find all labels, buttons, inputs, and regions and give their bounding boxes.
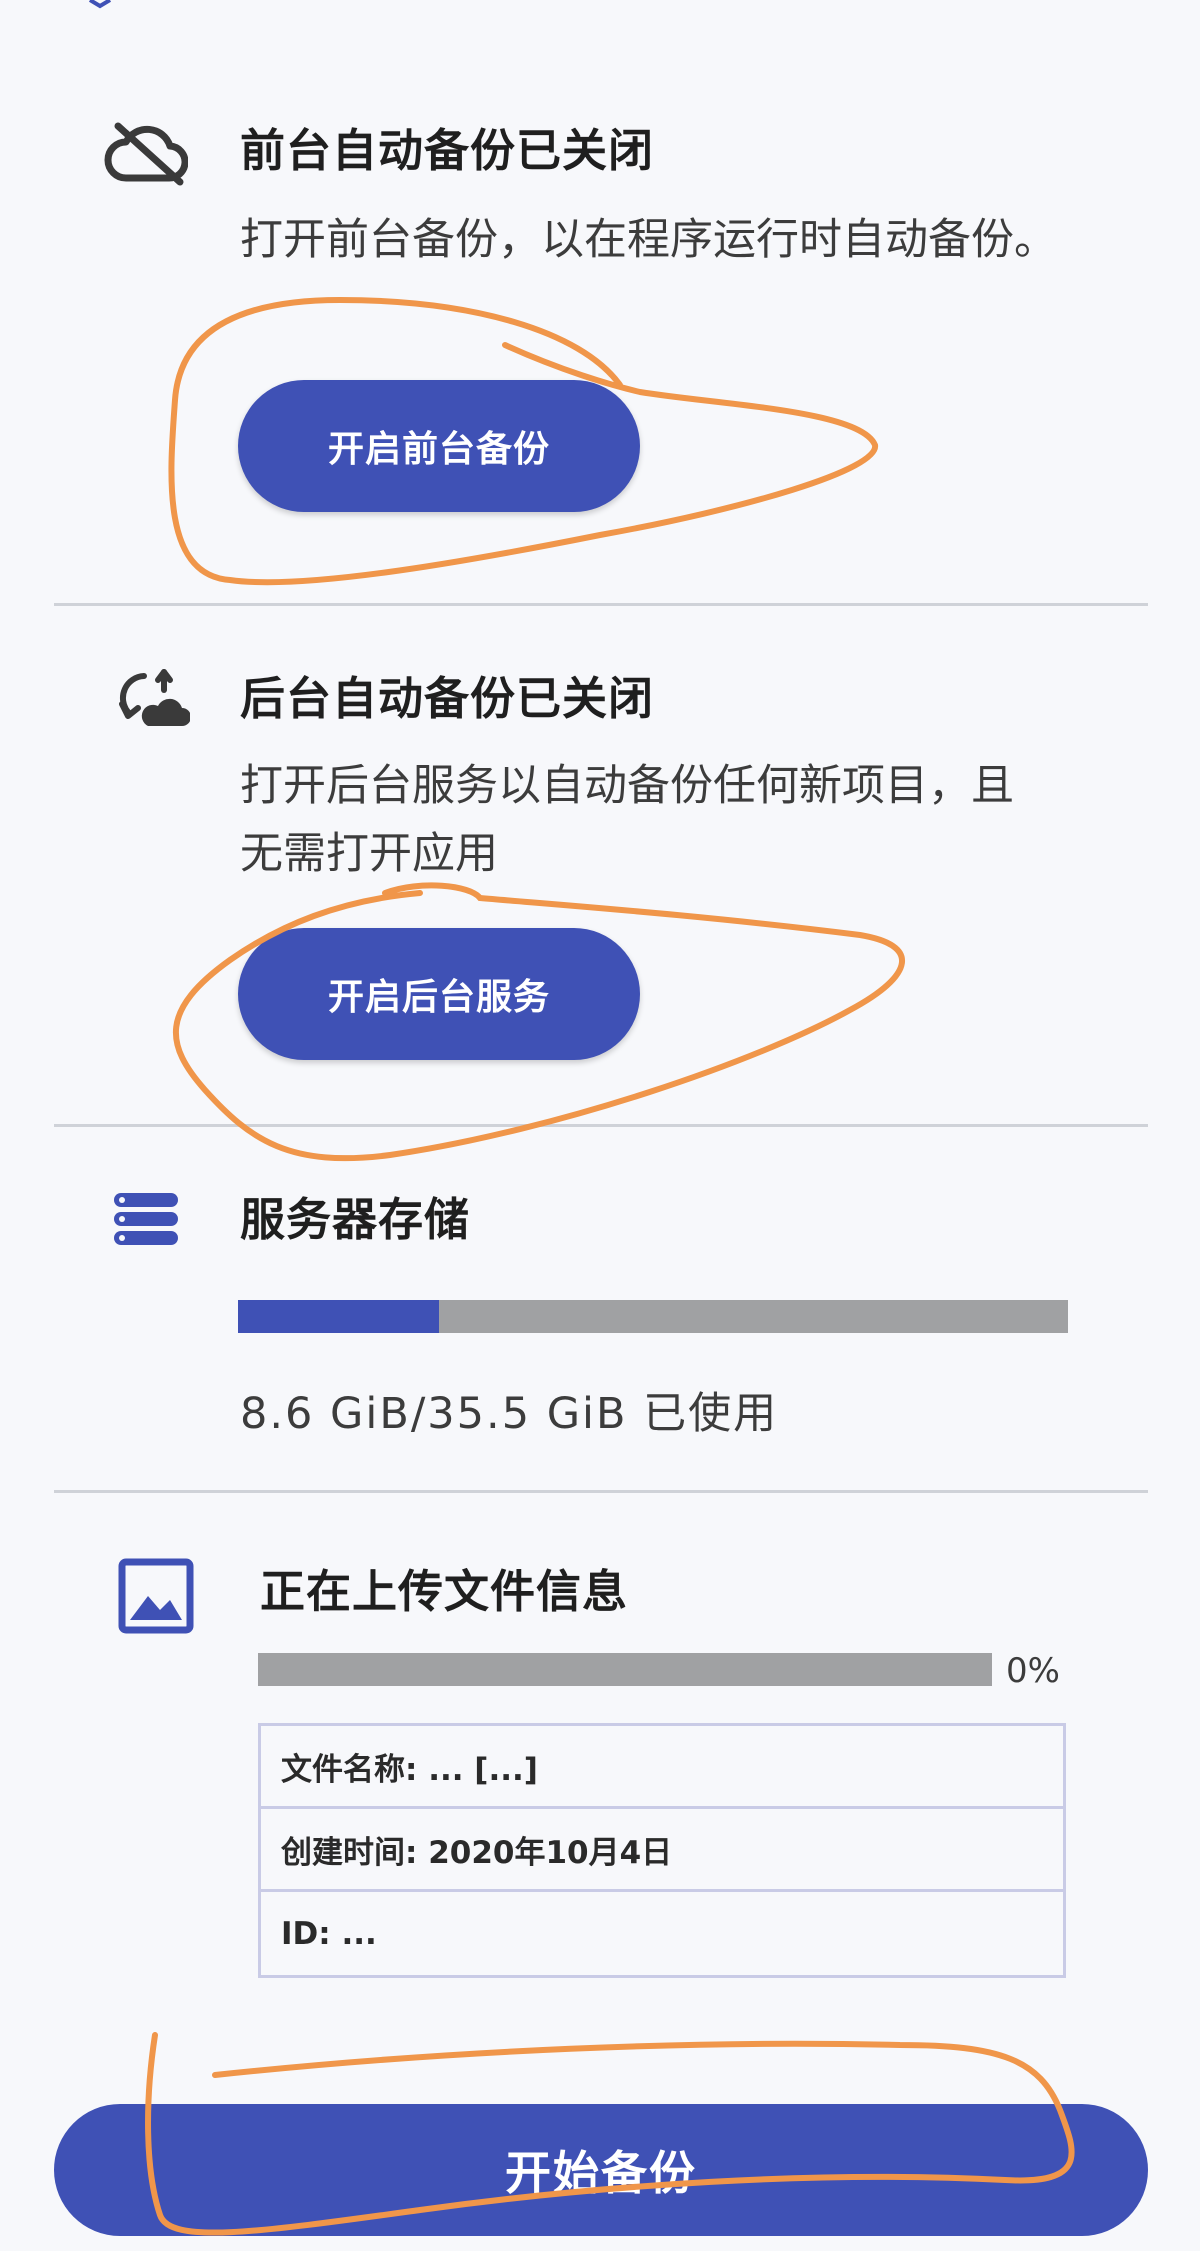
enable-foreground-backup-button[interactable]: 开启前台备份 <box>238 380 640 512</box>
background-backup-section: 后台自动备份已关闭 打开后台服务以自动备份任何新项目，且无需打开应用 开启后台服… <box>0 606 1200 1126</box>
start-backup-button[interactable]: 开始备份 <box>54 2104 1148 2236</box>
foreground-title: 前台自动备份已关闭 <box>240 124 655 177</box>
created-time-row: 创建时间: 2020年10月4日 <box>261 1809 1063 1892</box>
server-storage-section: 服务器存储 8.6 GiB/35.5 GiB 已使用 <box>0 1127 1200 1492</box>
foreground-description: 打开前台备份，以在程序运行时自动备份。 <box>240 215 1057 265</box>
foreground-backup-section: 前台自动备份已关闭 打开前台备份，以在程序运行时自动备份。 开启前台备份 <box>0 0 1200 600</box>
storage-usage-text: 8.6 GiB/35.5 GiB 已使用 <box>240 1389 779 1439</box>
cloud-sync-icon <box>119 669 190 726</box>
storage-usage-bar <box>238 1300 1068 1333</box>
enable-background-service-button[interactable]: 开启后台服务 <box>238 928 640 1060</box>
file-name-row: 文件名称: ... [...] <box>261 1726 1063 1809</box>
cloud-off-icon <box>104 122 188 186</box>
background-title: 后台自动备份已关闭 <box>240 672 655 725</box>
storage-title: 服务器存储 <box>240 1193 471 1246</box>
background-description: 打开后台服务以自动备份任何新项目，且无需打开应用 <box>240 761 1014 879</box>
backup-screen: 前台自动备份已关闭 打开前台备份，以在程序运行时自动备份。 开启前台备份 后台自… <box>0 0 1200 2251</box>
image-icon <box>118 1558 194 1634</box>
upload-percent: 0% <box>1006 1651 1060 1691</box>
file-info-table: 文件名称: ... [...] 创建时间: 2020年10月4日 ID: ... <box>258 1723 1066 1978</box>
storage-usage-fill <box>238 1300 439 1333</box>
upload-title: 正在上传文件信息 <box>260 1565 629 1618</box>
server-icon <box>114 1193 178 1245</box>
id-row: ID: ... <box>281 1915 377 1952</box>
upload-progress-bar <box>258 1653 992 1686</box>
